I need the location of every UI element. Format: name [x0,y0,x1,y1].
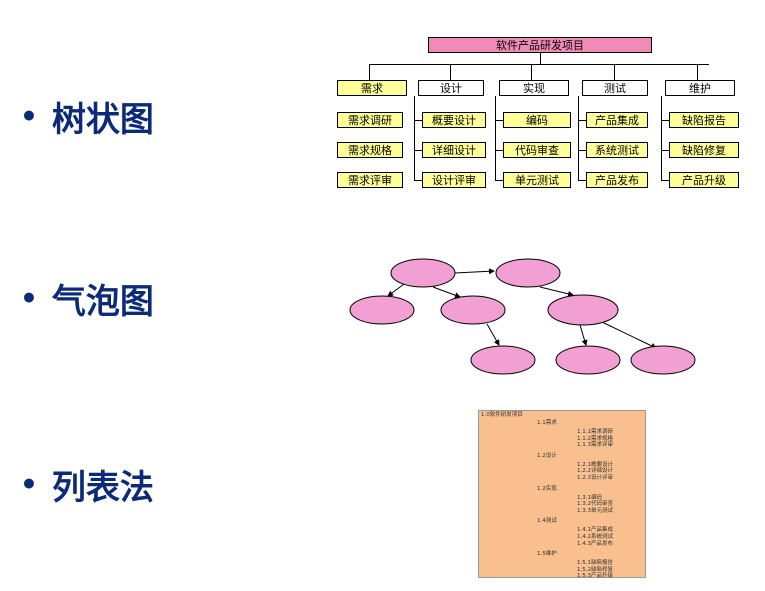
connector-line [414,150,422,151]
wbs-category-node: 实现 [499,80,569,96]
connector-line [414,96,415,180]
wbs-task-node: 系统测试 [586,142,648,158]
wbs-category-node: 测试 [582,80,648,96]
wbs-task-node: 概要设计 [422,112,486,128]
connector-line [531,64,532,80]
connector-line [495,180,503,181]
bubble-arrow [432,286,461,299]
list-line: 1.3.3单元测试 [577,507,613,514]
connector-line [540,53,541,64]
bubble-node [555,345,621,375]
list-line: 1.1.3需求评审 [577,442,613,449]
wbs-task-node: 详细设计 [422,142,486,158]
connector-line [450,64,451,80]
connector-line [578,180,586,181]
list-line: 1.3.2代码审查 [577,501,613,508]
list-line: 1.1.1需求调研 [577,429,613,435]
bullet-dot: • [20,468,38,501]
bullet-bubble-chart: • 气泡图 [20,274,154,323]
wbs-task-node: 产品发布 [586,172,648,188]
connector-line [661,120,669,121]
connector-line [495,120,503,121]
bubble-arrow [601,321,657,349]
wbs-task-node: 产品升级 [669,172,739,188]
wbs-task-node: 设计评审 [422,172,486,188]
wbs-task-node: 缺陷报告 [669,112,739,128]
bubble-arrow [539,286,574,297]
connector-line [414,120,422,121]
wbs-task-node: 代码审查 [503,142,571,158]
connector-line [495,150,503,151]
list-line: 1.2.2详细设计 [577,468,613,475]
bullet-list-method: • 列表法 [20,460,154,509]
connector-line [697,64,698,80]
list-line: 1.0软件研发项目 [481,412,523,418]
connector-line [661,180,669,181]
connector-line [369,64,370,80]
wbs-category-node: 维护 [665,80,735,96]
bubble-node [470,345,536,375]
wbs-task-node: 编码 [503,112,571,128]
list-line: 1.2.3设计评审 [577,475,613,481]
bubble-diagram [349,258,696,375]
bullet-tree-chart: • 树状图 [20,92,154,141]
connector-line [578,96,579,180]
wbs-root-node: 软件产品研发项目 [428,37,652,53]
bubble-node [630,345,696,375]
bullet-dot: • [20,100,38,133]
list-line: 1.4测试 [537,518,557,525]
wbs-task-node: 单元测试 [503,172,571,188]
list-line: 1.2设计 [537,452,557,459]
wbs-list-panel: 1.0软件研发项目 1.1需求 1.1.1需求调研 1.1.2需求规格 1.1.3需求评… [478,410,646,580]
connector-line [661,96,662,180]
bubble-arrow [454,268,495,275]
connector-line [578,150,586,151]
wbs-task-node: 需求规格 [337,142,403,158]
list-line: 1.4.1产品集成 [577,527,613,534]
wbs-task-node: 缺陷修复 [669,142,739,158]
bubble-node [547,294,619,326]
bubble-arrow [486,323,500,346]
bubble-arrow [579,324,588,346]
bullet-label: 气泡图 [51,282,154,322]
wbs-category-node: 需求 [337,80,407,96]
wbs-task-node: 需求调研 [337,112,403,128]
connector-line [578,120,586,121]
bullet-label: 列表法 [51,468,154,508]
bubble-node [349,295,415,325]
list-line: 1.5.1缺陷报告 [577,560,613,567]
bubble-node [390,258,456,288]
connector-line [661,150,669,151]
list-line: 1.1需求 [537,420,557,426]
bullet-label: 树状图 [51,100,154,140]
connector-line [369,64,709,65]
list-line: 1.5.3产品升级 [577,573,613,580]
list-line: 1.4.2系统测试 [577,534,613,540]
bubble-node [495,258,561,288]
connector-line [495,96,496,180]
connector-line [414,180,422,181]
wbs-category-node: 设计 [418,80,484,96]
bullet-dot: • [20,282,38,315]
list-line: 1.5维护 [537,551,557,558]
bubble-node [440,295,506,325]
wbs-task-node: 产品集成 [586,112,648,128]
list-line: 1.2实现 [537,485,557,492]
connector-line [614,64,615,80]
list-line: 1.4.3产品发布 [577,540,613,547]
wbs-task-node: 需求评审 [337,172,403,188]
